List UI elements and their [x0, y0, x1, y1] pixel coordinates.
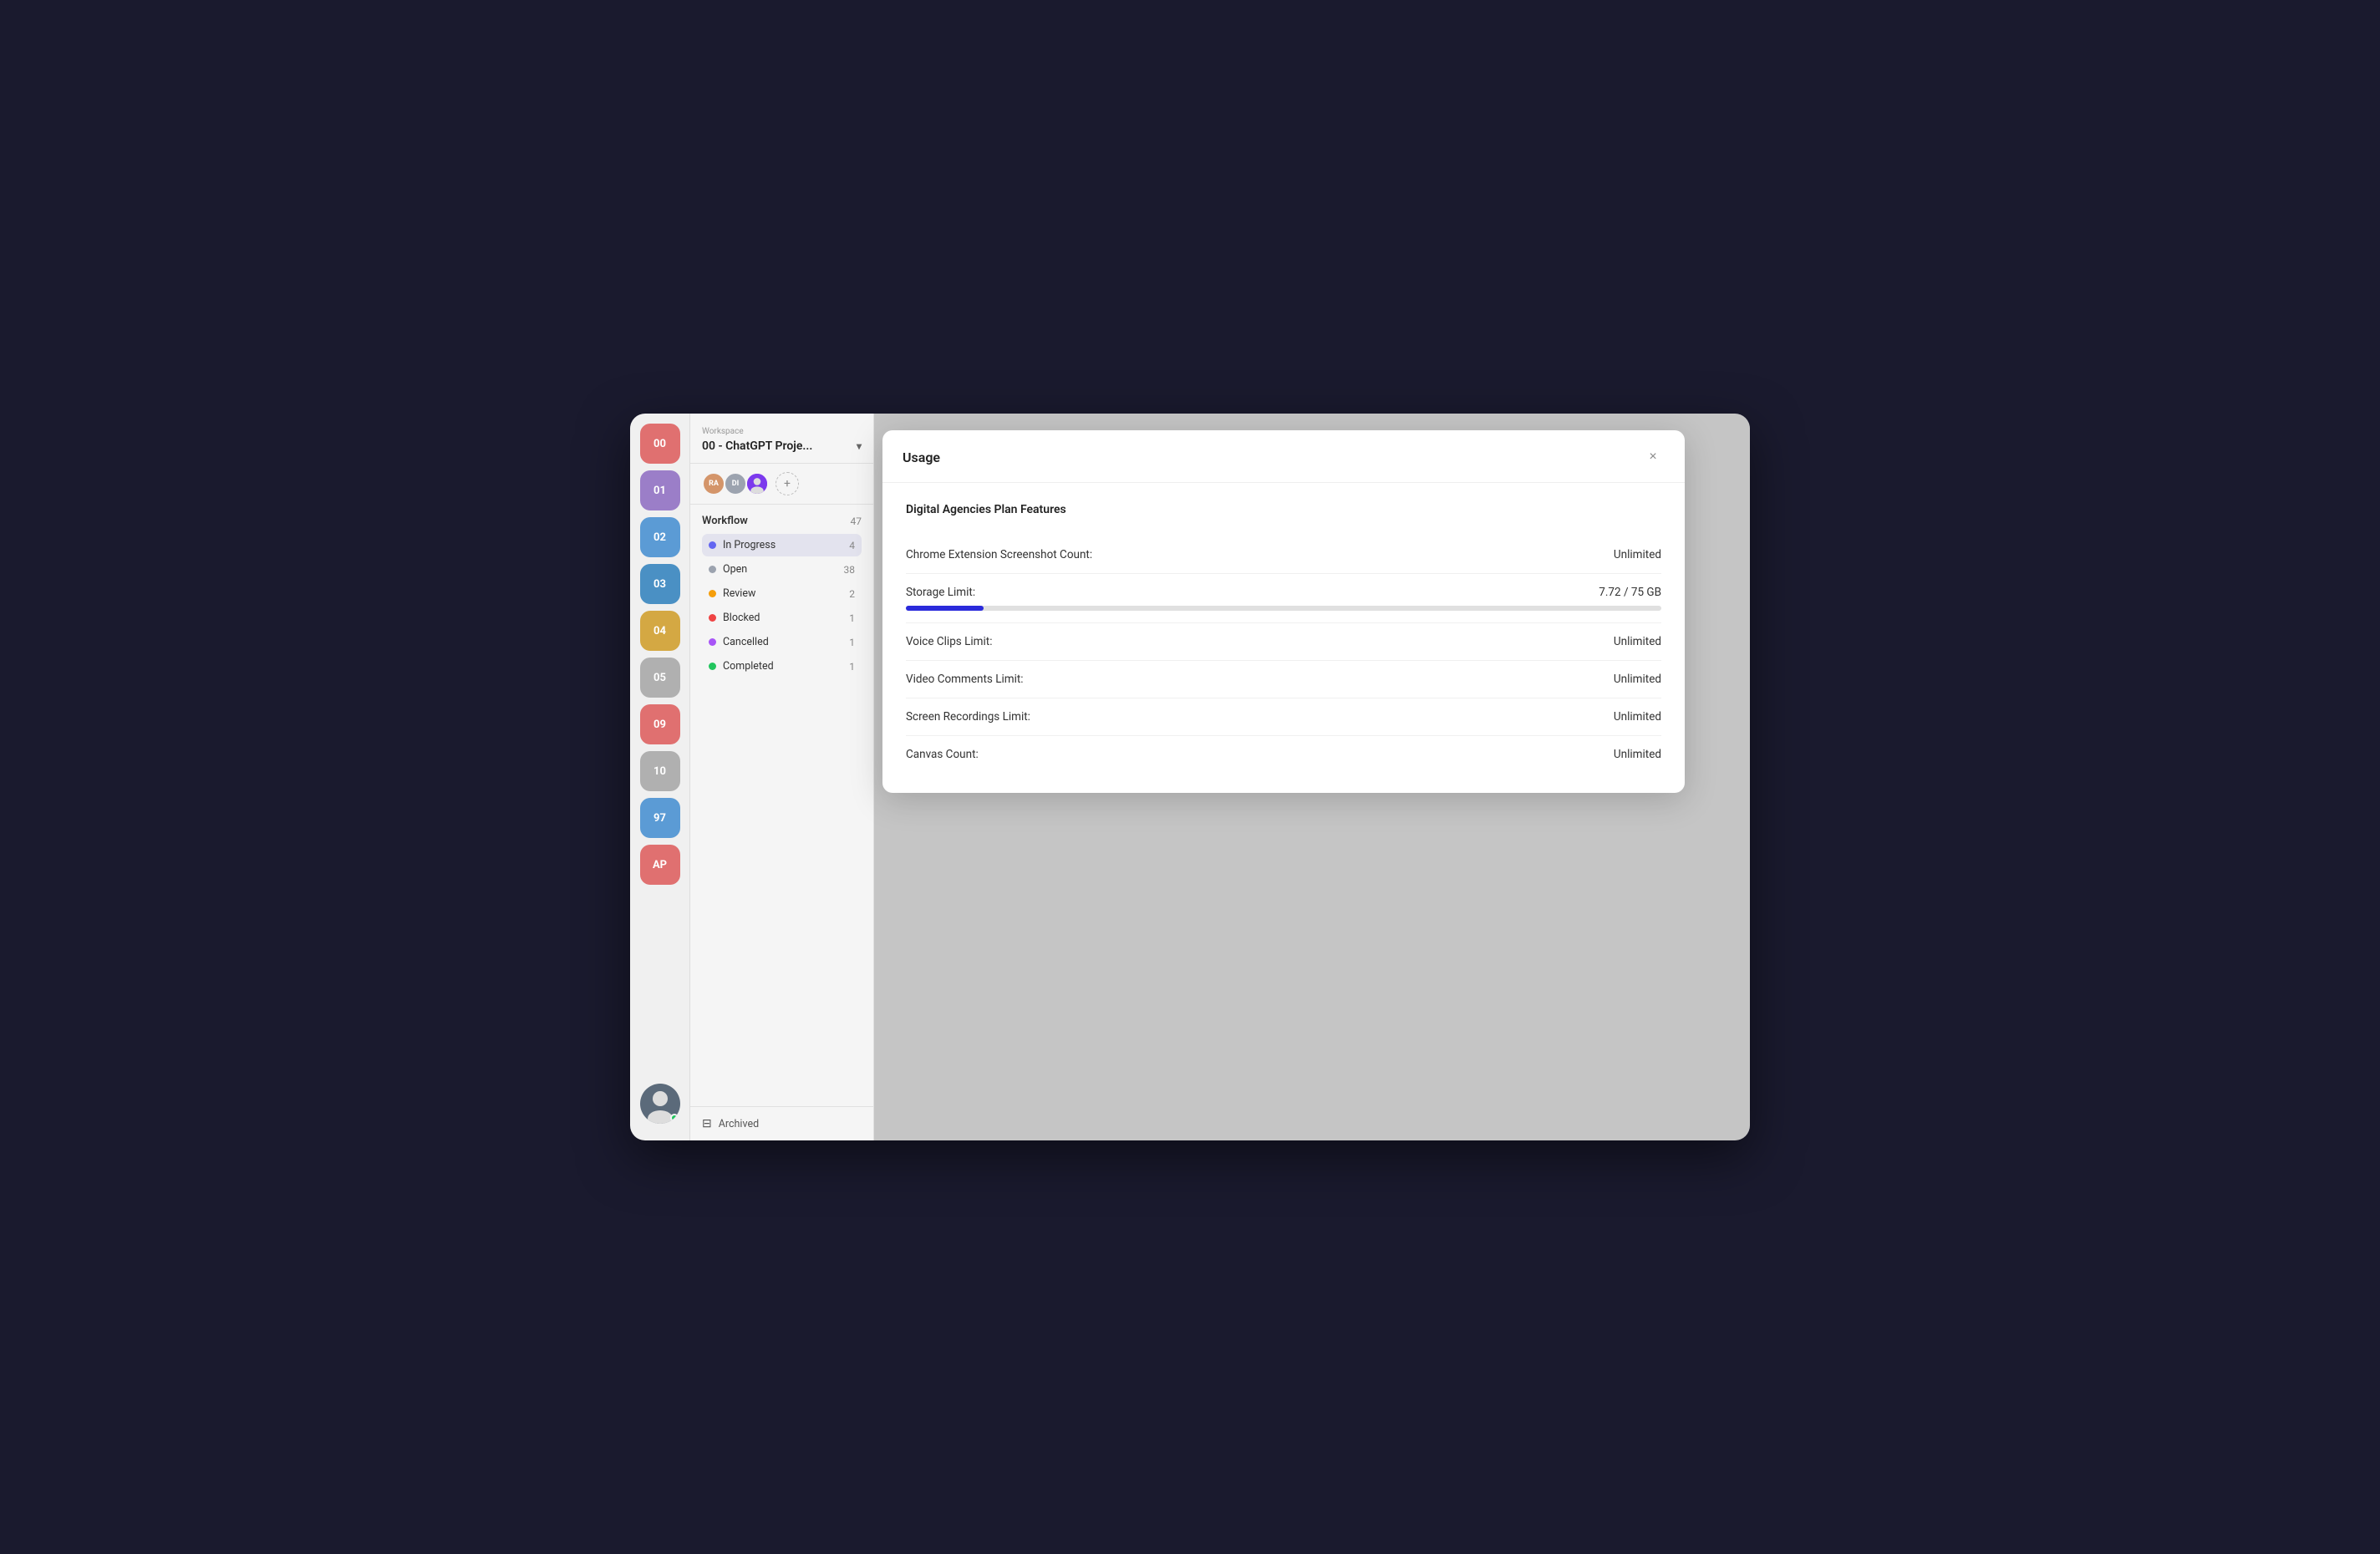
storage-bar-background [906, 606, 1661, 611]
storage-bar-fill [906, 606, 984, 611]
status-count-completed: 1 [849, 661, 855, 673]
modal-overlay: Usage × Digital Agencies Plan Features C… [874, 414, 1750, 1140]
modal-body: Digital Agencies Plan Features Chrome Ex… [882, 483, 1685, 793]
workflow-item-review[interactable]: Review 2 [702, 582, 862, 605]
archive-icon: ⊟ [702, 1117, 712, 1130]
workspace-header: Workspace 00 - ChatGPT Proje... ▾ [690, 414, 873, 464]
workflow-item-open[interactable]: Open 38 [702, 558, 862, 581]
workflow-header: Workflow 47 [702, 515, 862, 527]
status-count-in-progress: 4 [849, 540, 855, 551]
app-frame: 00 01 02 03 04 05 09 10 97 AP Workspace 00 - Chat… [630, 414, 1750, 1140]
chevron-down-icon: ▾ [857, 440, 862, 452]
workspace-name[interactable]: 00 - ChatGPT Proje... ▾ [702, 439, 862, 453]
screenshot-count-row: Chrome Extension Screenshot Count: Unlim… [906, 536, 1661, 574]
usage-modal: Usage × Digital Agencies Plan Features C… [882, 430, 1685, 793]
status-count-open: 38 [844, 564, 856, 576]
plan-section-title: Digital Agencies Plan Features [906, 503, 1661, 516]
avatar-di[interactable]: DI [724, 472, 747, 495]
status-label-in-progress: In Progress [723, 539, 849, 551]
icon-item-02[interactable]: 02 [640, 517, 680, 557]
storage-top: Storage Limit: 7.72 / 75 GB [906, 586, 1661, 599]
icon-item-10[interactable]: 10 [640, 751, 680, 791]
workflow-section: Workflow 47 In Progress 4 Open 38 Review… [690, 505, 873, 686]
canvas-count-label: Canvas Count: [906, 748, 979, 761]
screen-recordings-value: Unlimited [1614, 710, 1661, 724]
status-label-cancelled: Cancelled [723, 636, 849, 648]
status-label-blocked: Blocked [723, 612, 849, 624]
icon-item-00[interactable]: 00 [640, 424, 680, 464]
storage-value: 7.72 / 75 GB [1599, 586, 1661, 599]
workflow-item-in-progress[interactable]: In Progress 4 [702, 534, 862, 556]
archived-button[interactable]: ⊟ Archived [702, 1117, 862, 1130]
status-dot-cancelled [709, 638, 716, 646]
user-avatar[interactable] [640, 1084, 680, 1124]
storage-label: Storage Limit: [906, 586, 975, 599]
workflow-items: In Progress 4 Open 38 Review 2 Blocked 1… [702, 534, 862, 678]
avatars-row: RA DI + [690, 464, 873, 505]
workflow-count: 47 [851, 515, 862, 527]
modal-title: Usage [903, 449, 940, 465]
status-label-open: Open [723, 563, 844, 576]
status-count-review: 2 [849, 588, 855, 600]
icon-item-01[interactable]: 01 [640, 470, 680, 510]
status-dot-open [709, 566, 716, 573]
icon-item-AP[interactable]: AP [640, 845, 680, 885]
status-dot-completed [709, 663, 716, 670]
avatar-me[interactable] [745, 472, 769, 495]
canvas-count-row: Canvas Count: Unlimited [906, 736, 1661, 773]
status-label-completed: Completed [723, 660, 849, 673]
voice-clips-value: Unlimited [1614, 635, 1661, 648]
icon-item-05[interactable]: 05 [640, 658, 680, 698]
icon-item-09[interactable]: 09 [640, 704, 680, 744]
icon-bar: 00 01 02 03 04 05 09 10 97 AP [630, 414, 690, 1140]
sidebar-footer: ⊟ Archived [690, 1106, 873, 1140]
modal-header: Usage × [882, 430, 1685, 483]
status-dot-blocked [709, 614, 716, 622]
video-comments-value: Unlimited [1614, 673, 1661, 686]
screen-recordings-label: Screen Recordings Limit: [906, 710, 1030, 724]
sidebar: Workspace 00 - ChatGPT Proje... ▾ RA DI … [690, 414, 874, 1140]
status-count-blocked: 1 [849, 612, 855, 624]
icon-item-04[interactable]: 04 [640, 611, 680, 651]
archived-label: Archived [719, 1118, 759, 1130]
screenshot-count-label: Chrome Extension Screenshot Count: [906, 548, 1092, 561]
status-label-review: Review [723, 587, 849, 600]
status-dot-in-progress [709, 541, 716, 549]
workspace-label: Workspace [702, 427, 862, 436]
voice-clips-label: Voice Clips Limit: [906, 635, 992, 648]
main-area: Usage × Digital Agencies Plan Features C… [874, 414, 1750, 1140]
icon-item-97[interactable]: 97 [640, 798, 680, 838]
modal-close-button[interactable]: × [1641, 445, 1665, 469]
status-dot-review [709, 590, 716, 597]
add-member-button[interactable]: + [776, 472, 799, 495]
status-count-cancelled: 1 [849, 637, 855, 648]
screenshot-count-value: Unlimited [1614, 548, 1661, 561]
voice-clips-row: Voice Clips Limit: Unlimited [906, 623, 1661, 661]
icon-item-03[interactable]: 03 [640, 564, 680, 604]
screen-recordings-row: Screen Recordings Limit: Unlimited [906, 698, 1661, 736]
workflow-item-cancelled[interactable]: Cancelled 1 [702, 631, 862, 653]
avatar-ra[interactable]: RA [702, 472, 725, 495]
video-comments-label: Video Comments Limit: [906, 673, 1024, 686]
workflow-title: Workflow [702, 515, 748, 527]
storage-limit-row: Storage Limit: 7.72 / 75 GB [906, 574, 1661, 623]
video-comments-row: Video Comments Limit: Unlimited [906, 661, 1661, 698]
workflow-item-blocked[interactable]: Blocked 1 [702, 607, 862, 629]
workflow-item-completed[interactable]: Completed 1 [702, 655, 862, 678]
canvas-count-value: Unlimited [1614, 748, 1661, 761]
